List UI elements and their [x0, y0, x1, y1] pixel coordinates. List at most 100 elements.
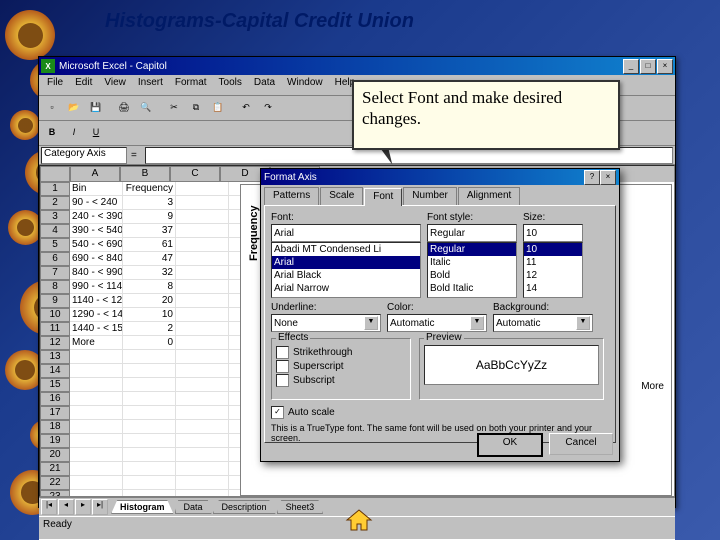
- menu-format[interactable]: Format: [169, 76, 213, 94]
- list-item[interactable]: 12: [524, 269, 582, 282]
- minimize-button[interactable]: _: [623, 59, 639, 74]
- cell[interactable]: [70, 448, 123, 462]
- row-header[interactable]: 17: [40, 406, 70, 420]
- sheet-tab-data[interactable]: Data: [175, 500, 212, 514]
- row-header[interactable]: 11: [40, 322, 70, 336]
- cell[interactable]: [123, 350, 176, 364]
- cell[interactable]: 3: [123, 196, 176, 210]
- paste-icon[interactable]: 📋: [208, 98, 228, 118]
- cell[interactable]: [176, 462, 229, 476]
- background-combo[interactable]: Automatic▼: [493, 314, 593, 332]
- name-box[interactable]: Category Axis: [41, 147, 127, 164]
- list-item[interactable]: 10: [524, 243, 582, 256]
- menu-window[interactable]: Window: [281, 76, 329, 94]
- cell[interactable]: 47: [123, 252, 176, 266]
- menu-file[interactable]: File: [41, 76, 69, 94]
- tab-prev-icon[interactable]: ◂: [58, 499, 74, 515]
- cell[interactable]: [123, 490, 176, 497]
- row-header[interactable]: 20: [40, 448, 70, 462]
- row-header[interactable]: 15: [40, 378, 70, 392]
- row-header[interactable]: 12: [40, 336, 70, 350]
- underline-combo[interactable]: None▼: [271, 314, 381, 332]
- sheet-tab-histogram[interactable]: Histogram: [111, 500, 174, 514]
- cell[interactable]: [70, 378, 123, 392]
- list-item[interactable]: Arial Narrow: [272, 282, 420, 295]
- font-listbox[interactable]: Abadi MT Condensed Li Arial Arial Black …: [271, 242, 421, 298]
- tab-font[interactable]: Font: [364, 188, 402, 206]
- cell[interactable]: More: [70, 336, 123, 350]
- cell[interactable]: 990 - < 1140: [70, 280, 123, 294]
- cell[interactable]: 1140 - < 1290: [70, 294, 123, 308]
- subscript-checkbox[interactable]: [276, 374, 289, 387]
- new-icon[interactable]: ▫: [42, 98, 62, 118]
- cell[interactable]: [176, 420, 229, 434]
- cell[interactable]: [70, 392, 123, 406]
- strikethrough-checkbox[interactable]: [276, 346, 289, 359]
- cell[interactable]: 32: [123, 266, 176, 280]
- cell[interactable]: 2: [123, 322, 176, 336]
- ok-button[interactable]: OK: [477, 433, 543, 457]
- cell[interactable]: [176, 378, 229, 392]
- cell[interactable]: 1440 - < 1590: [70, 322, 123, 336]
- list-item[interactable]: Bold Italic: [428, 282, 516, 295]
- tab-next-icon[interactable]: ▸: [75, 499, 91, 515]
- row-header[interactable]: 1: [40, 182, 70, 196]
- cell[interactable]: [70, 364, 123, 378]
- row-header[interactable]: 7: [40, 266, 70, 280]
- cell[interactable]: [176, 434, 229, 448]
- font-input[interactable]: Arial: [271, 224, 421, 242]
- list-item[interactable]: Arial Black: [272, 269, 420, 282]
- cell[interactable]: [70, 462, 123, 476]
- print-icon[interactable]: 🖨: [114, 98, 134, 118]
- cell[interactable]: 61: [123, 238, 176, 252]
- list-item[interactable]: Italic: [428, 256, 516, 269]
- tab-first-icon[interactable]: |◂: [41, 499, 57, 515]
- cell[interactable]: [176, 182, 229, 196]
- size-listbox[interactable]: 10 11 12 14: [523, 242, 583, 298]
- tab-alignment[interactable]: Alignment: [458, 187, 520, 205]
- cell[interactable]: [176, 364, 229, 378]
- italic-icon[interactable]: I: [64, 123, 84, 143]
- cell[interactable]: [176, 224, 229, 238]
- list-item[interactable]: 11: [524, 256, 582, 269]
- menu-edit[interactable]: Edit: [69, 76, 98, 94]
- cell[interactable]: [176, 308, 229, 322]
- menu-data[interactable]: Data: [248, 76, 281, 94]
- cut-icon[interactable]: ✂: [164, 98, 184, 118]
- row-header[interactable]: 19: [40, 434, 70, 448]
- save-icon[interactable]: 💾: [86, 98, 106, 118]
- row-header[interactable]: 8: [40, 280, 70, 294]
- tab-scale[interactable]: Scale: [320, 187, 363, 205]
- cell[interactable]: [176, 196, 229, 210]
- cell[interactable]: [70, 434, 123, 448]
- col-B[interactable]: B: [120, 166, 170, 182]
- maximize-button[interactable]: □: [640, 59, 656, 74]
- cell[interactable]: [123, 392, 176, 406]
- cell[interactable]: [176, 294, 229, 308]
- cell[interactable]: 390 - < 540: [70, 224, 123, 238]
- dialog-titlebar[interactable]: Format Axis ? ×: [261, 169, 619, 185]
- cell[interactable]: [70, 406, 123, 420]
- close-button[interactable]: ×: [657, 59, 673, 74]
- row-header[interactable]: 18: [40, 420, 70, 434]
- undo-icon[interactable]: ↶: [236, 98, 256, 118]
- cell[interactable]: Bin: [70, 182, 123, 196]
- cell[interactable]: [123, 462, 176, 476]
- cell[interactable]: 9: [123, 210, 176, 224]
- open-icon[interactable]: 📂: [64, 98, 84, 118]
- list-item[interactable]: 14: [524, 282, 582, 295]
- cell[interactable]: 1290 - < 1440: [70, 308, 123, 322]
- color-combo[interactable]: Automatic▼: [387, 314, 487, 332]
- menu-view[interactable]: View: [98, 76, 132, 94]
- tab-patterns[interactable]: Patterns: [264, 187, 319, 205]
- cell[interactable]: [123, 406, 176, 420]
- list-item[interactable]: Arial: [272, 256, 420, 269]
- menu-tools[interactable]: Tools: [213, 76, 248, 94]
- row-header[interactable]: 16: [40, 392, 70, 406]
- row-header[interactable]: 3: [40, 210, 70, 224]
- preview-icon[interactable]: 🔍: [136, 98, 156, 118]
- cell[interactable]: [176, 252, 229, 266]
- autoscale-checkbox[interactable]: ✓: [271, 406, 284, 419]
- row-header[interactable]: 14: [40, 364, 70, 378]
- cell[interactable]: 840 - < 990: [70, 266, 123, 280]
